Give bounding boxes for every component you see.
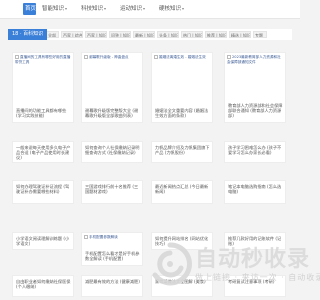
article-title[interactable]: 教育部人力资源部和社会保障部联合通知 (教育部人力资源部) bbox=[228, 103, 283, 118]
nav-label: 硬核知识 bbox=[159, 6, 182, 12]
article-card[interactable]: 手机配置参数解读 手机配置怎么看才是好手机参数全解读 (手机配置) bbox=[81, 232, 143, 266]
article-thumbnail: 谢幕歌升级版 - 神曲盘点 bbox=[84, 55, 140, 69]
nav-hardcore-knowledge[interactable]: 硬核知识▾ bbox=[157, 3, 191, 15]
article-card[interactable]: 三国游戏排行前十名推荐 (三国题材游戏) bbox=[81, 180, 143, 204]
article-title[interactable]: 自由职业者如何缴纳社保医保 (个人缴纳) bbox=[16, 279, 71, 289]
article-card[interactable]: 减肥最有效的方法 (健康减肥) bbox=[81, 275, 143, 297]
article-title[interactable]: 三国游戏排行前十名推荐 (三国题材游戏) bbox=[85, 184, 140, 194]
tag-chip[interactable]: 百家 | 知识 bbox=[85, 31, 107, 38]
chevron-down-icon: ▾ bbox=[104, 6, 107, 11]
article-thumbnail: 2023最新教育部人力资源和社会保障部通知文件 bbox=[227, 55, 283, 69]
article-thumbnail: 直播间的工具有哪些好用的直播带货工具 bbox=[15, 55, 71, 69]
article-card[interactable]: 2023最新教育部人力资源和社会保障部通知文件 教育部人力资源部和社会保障部联合… bbox=[224, 52, 286, 123]
article-title[interactable]: 笔记本电脑选购指南 (怎么选电脑) bbox=[228, 184, 283, 194]
article-title[interactable]: 小学语文阅读理解训练题 (小学语文) bbox=[16, 236, 71, 246]
article-card[interactable]: 如何查询个人社保缴纳记录明细查询方式 (社保缴纳记录) bbox=[81, 141, 143, 163]
article-card[interactable]: 家常菜做法大全图解 (美食) bbox=[151, 275, 213, 297]
tag-chips: 全部 百家 | 综合 百家 | 知识 问答 | 知识 最新 | 知识 头条 | … bbox=[8, 29, 292, 40]
nav-label: 科技知识 bbox=[81, 6, 104, 12]
article-title[interactable]: 一般来说每天使用多久电子产品合适 (电子产品使用时长建议) bbox=[16, 145, 71, 160]
article-card[interactable]: 小学语文阅读理解训练题 (小学语文) bbox=[12, 232, 74, 250]
tag-chip[interactable]: 最新 | 知识 bbox=[133, 31, 155, 38]
article-card[interactable]: 婚姻法离婚生效 - 婚姻法生效 婚姻法全文重要内容 (婚姻法生效方面的条款) bbox=[151, 52, 213, 123]
article-card[interactable]: 如何办理驾驶证补证流程 (驾驶证补办需要哪些材料) bbox=[12, 180, 74, 204]
article-card[interactable]: 力帆品牌介绍及力帆集团旗下产品 (力帆股份) bbox=[151, 141, 213, 163]
article-title[interactable]: 直播间的功能工具都有哪些 (学习实践技能) bbox=[16, 108, 71, 118]
article-title[interactable]: 如何办理驾驶证补证流程 (驾驶证补办需要哪些材料) bbox=[16, 184, 71, 194]
tag-chip[interactable]: 百家 | 综合 bbox=[61, 31, 83, 38]
tag-chip[interactable]: 问答 | 知识 bbox=[109, 31, 131, 38]
article-card[interactable]: 如何提升网站排名 (网站优化技巧) bbox=[151, 232, 213, 250]
tag-chip[interactable]: 热门 | 知识 bbox=[181, 31, 203, 38]
article-card[interactable]: 一般来说每天使用多久电子产品合适 (电子产品使用时长建议) bbox=[12, 141, 74, 163]
chevron-down-icon: ▾ bbox=[182, 6, 185, 11]
nav-sport-knowledge[interactable]: 运动知识▾ bbox=[118, 3, 152, 15]
tag-chip[interactable]: 推荐 | 知识 bbox=[205, 31, 227, 38]
article-title[interactable]: 如何查询个人社保缴纳记录明细查询方式 (社保缴纳记录) bbox=[85, 145, 140, 155]
article-card[interactable]: 孩子学习困难怎么办 (孩子不爱学习怎么办家长必看) bbox=[224, 141, 286, 163]
nav-label: 智能知识 bbox=[42, 6, 65, 12]
breadcrumb[interactable]: 18 · 百科知识 bbox=[8, 29, 48, 40]
article-title[interactable]: 谢幕歌升级版完整版大全 (谢幕歌升级版全部歌曲列表) bbox=[85, 108, 140, 118]
nav-tech-knowledge[interactable]: 科技知识▾ bbox=[79, 3, 113, 15]
article-card[interactable]: 推荐几款好用的记账软件 (记账) bbox=[224, 232, 286, 250]
chevron-down-icon: ▾ bbox=[65, 6, 68, 11]
top-navbar: 首页 智能知识▾ 科技知识▾ 运动知识▾ 硬核知识▾ bbox=[0, 0, 300, 19]
article-thumbnail: 婚姻法离婚生效 - 婚姻法生效 bbox=[154, 55, 210, 69]
article-title[interactable]: 力帆品牌介绍及力帆集团旗下产品 (力帆股份) bbox=[155, 145, 210, 155]
article-card[interactable]: 直播间的工具有哪些好用的直播带货工具 直播间的功能工具都有哪些 (学习实践技能) bbox=[12, 52, 74, 123]
article-card[interactable]: 考研复试注意事项 (考研) bbox=[224, 275, 286, 297]
nav-home[interactable]: 首页 bbox=[23, 3, 36, 15]
article-title[interactable]: 手机配置怎么看才是好手机参数全解读 (手机配置) bbox=[85, 251, 140, 261]
article-title[interactable]: 家常菜做法大全图解 (美食) bbox=[155, 279, 210, 284]
article-title[interactable]: 孩子学习困难怎么办 (孩子不爱学习怎么办家长必看) bbox=[228, 145, 283, 155]
article-card[interactable]: 笔记本电脑选购指南 (怎么选电脑) bbox=[224, 180, 286, 204]
article-card[interactable]: 最近新闻热点汇总 (今日最新新闻) bbox=[151, 180, 213, 204]
nav-home-label: 首页 bbox=[25, 6, 36, 12]
article-title[interactable]: 考研复试注意事项 (考研) bbox=[228, 279, 283, 284]
tag-chip[interactable]: 专题 bbox=[253, 31, 267, 38]
article-card[interactable]: 自由职业者如何缴纳社保医保 (个人缴纳) bbox=[12, 275, 74, 297]
tag-chip[interactable]: 头条 | 知识 bbox=[157, 31, 179, 38]
tag-chip[interactable]: 全部 bbox=[46, 31, 59, 38]
tag-chip[interactable]: 精选 | 知识 bbox=[229, 31, 251, 38]
article-card[interactable]: 谢幕歌升级版 - 神曲盘点 谢幕歌升级版完整版大全 (谢幕歌升级版全部歌曲列表) bbox=[81, 52, 143, 123]
nav-label: 运动知识 bbox=[120, 6, 143, 12]
article-title[interactable]: 推荐几款好用的记账软件 (记账) bbox=[228, 236, 283, 246]
chevron-down-icon: ▾ bbox=[143, 6, 146, 11]
nav-smart-knowledge[interactable]: 智能知识▾ bbox=[40, 3, 74, 15]
article-thumbnail: 手机配置参数解读 bbox=[84, 235, 140, 245]
article-title[interactable]: 如何提升网站排名 (网站优化技巧) bbox=[155, 236, 210, 246]
article-title[interactable]: 最近新闻热点汇总 (今日最新新闻) bbox=[155, 184, 210, 194]
article-title[interactable]: 减肥最有效的方法 (健康减肥) bbox=[85, 279, 140, 284]
article-title[interactable]: 婚姻法全文重要内容 (婚姻法生效方面的条款) bbox=[155, 108, 210, 118]
